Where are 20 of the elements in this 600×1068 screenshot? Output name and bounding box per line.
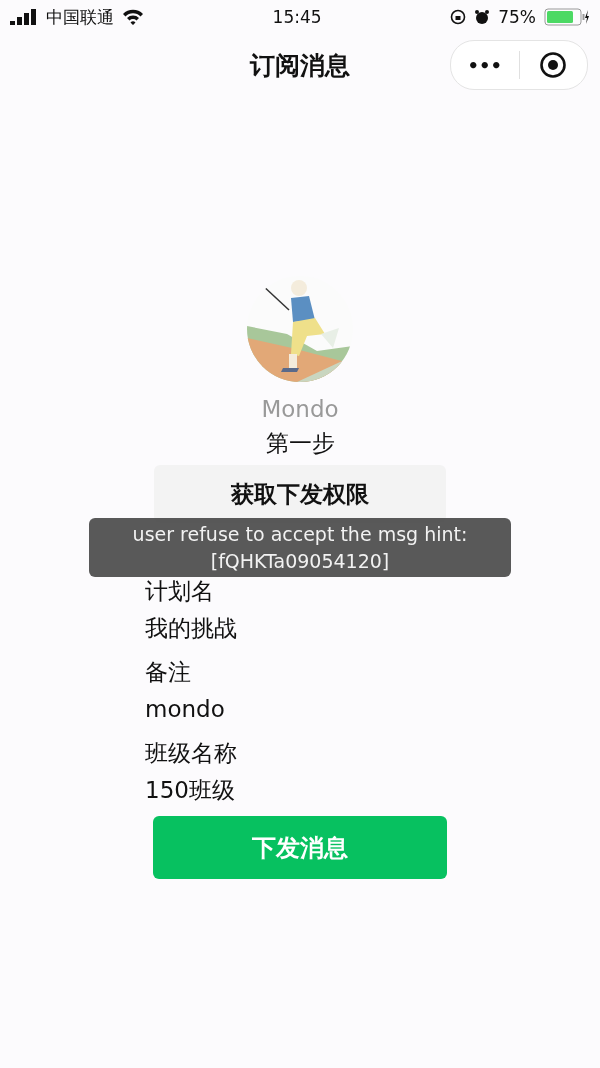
field-value: 我的挑战	[145, 614, 238, 643]
field-label: 计划名	[145, 577, 215, 606]
user-name: Mondo	[261, 396, 339, 422]
status-time: 15:45	[272, 7, 322, 27]
field-label: 备注	[145, 658, 192, 687]
toast-text: user refuse to accept the msg hint:	[132, 521, 468, 547]
page-title: 订阅消息	[250, 49, 350, 82]
field-value: mondo	[145, 695, 226, 724]
wifi-icon	[122, 9, 144, 25]
battery-percent: 75%	[498, 7, 536, 27]
carrier-name: 中国联通	[46, 5, 114, 29]
target-icon	[539, 51, 568, 79]
field-value: 150班级	[145, 776, 236, 805]
step-heading: 第一步	[265, 429, 335, 458]
field-label: 班级名称	[145, 739, 238, 768]
more-button[interactable]: •••	[451, 41, 519, 89]
battery-icon	[544, 8, 590, 26]
toast-text: [fQHKTa09054120]	[210, 548, 390, 574]
signal-icon	[10, 9, 38, 25]
rotation-lock-icon	[450, 9, 467, 25]
